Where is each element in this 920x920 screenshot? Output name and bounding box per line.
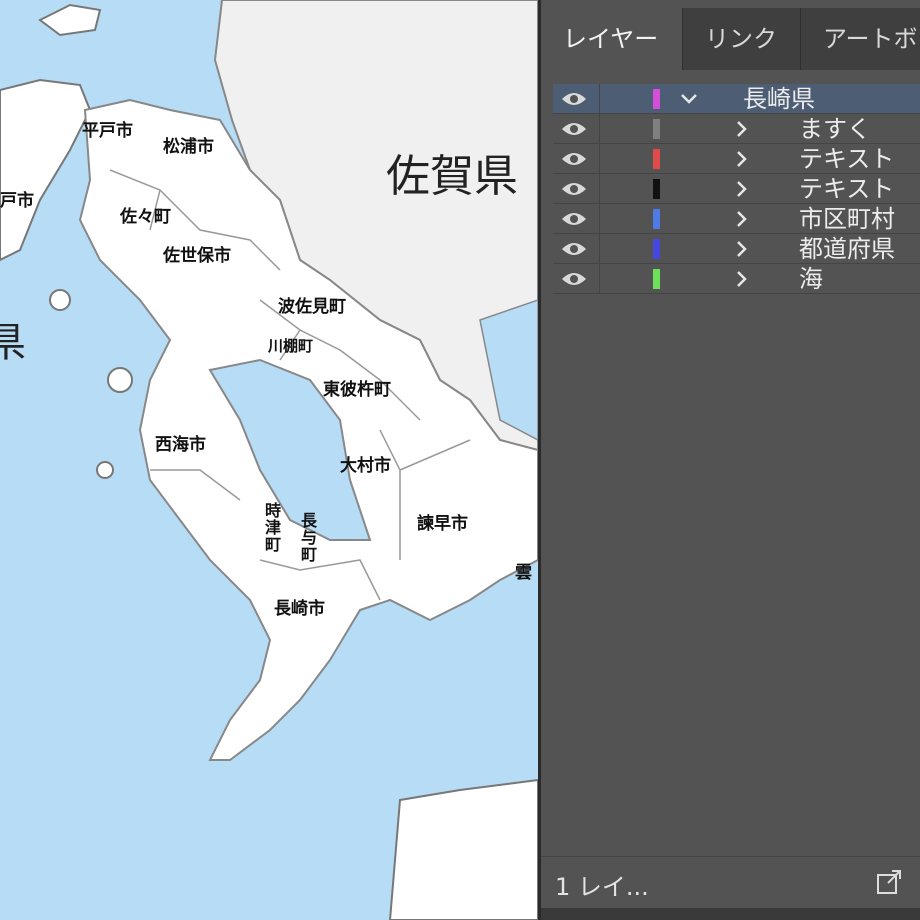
eye-icon[interactable]	[561, 120, 587, 138]
layer-row[interactable]: ますく	[553, 114, 920, 144]
municipality-label: 長与町	[300, 511, 317, 564]
municipality-label: 諫早市	[417, 514, 468, 534]
chevron-right-icon[interactable]	[731, 268, 751, 290]
chevron-down-icon[interactable]	[679, 88, 699, 110]
eye-icon[interactable]	[561, 270, 587, 288]
layer-color-swatch	[653, 149, 660, 169]
layer-color-swatch	[653, 119, 660, 139]
municipality-label: 波佐見町	[278, 297, 346, 317]
municipality-label: 松浦市	[163, 137, 214, 157]
eye-icon[interactable]	[561, 210, 587, 228]
prefecture-label-saga: 佐賀県	[386, 151, 518, 202]
layer-row[interactable]: 長崎県	[553, 84, 920, 114]
partial-city-label-right: 雲	[515, 563, 532, 583]
layer-row[interactable]: テキスト	[553, 144, 920, 174]
chevron-right-icon[interactable]	[731, 118, 751, 140]
panel-tabs: レイヤー リンク アートボ	[541, 8, 920, 70]
partial-prefecture-label: 県	[0, 320, 26, 366]
layer-count: 1 レイ...	[555, 873, 649, 901]
municipality-label: 川棚町	[268, 337, 314, 355]
eye-icon[interactable]	[561, 180, 587, 198]
tab-layers[interactable]: レイヤー	[541, 8, 683, 70]
municipality-label: 長崎市	[274, 599, 325, 619]
chevron-right-icon[interactable]	[731, 208, 751, 230]
map-shapes	[0, 0, 538, 920]
island-hirado	[0, 78, 92, 262]
layer-color-swatch	[653, 209, 660, 229]
layer-name[interactable]: テキスト	[799, 144, 894, 174]
layer-color-swatch	[653, 89, 660, 109]
tab-links[interactable]: リンク	[683, 8, 801, 70]
eye-icon[interactable]	[561, 150, 587, 168]
tab-artboards[interactable]: アートボ	[801, 8, 920, 70]
municipality-label: 東彼杵町	[323, 380, 391, 400]
chevron-right-icon[interactable]	[731, 148, 751, 170]
column-divider	[599, 264, 600, 293]
island-top-left	[38, 3, 102, 37]
column-divider	[599, 144, 600, 173]
municipality-label: 西海市	[155, 435, 206, 455]
column-divider	[599, 204, 600, 233]
eye-icon[interactable]	[561, 90, 587, 108]
layers-panel: レイヤー リンク アートボ 長崎県 ますく テキスト テキスト 市区町村 都道府県海 1 …	[538, 0, 920, 920]
column-divider	[599, 174, 600, 203]
layer-name[interactable]: 海	[799, 264, 823, 294]
layer-row[interactable]: テキスト	[553, 174, 920, 204]
municipality-label: 佐世保市	[163, 246, 231, 266]
layer-list: 長崎県 ますく テキスト テキスト 市区町村 都道府県海	[553, 84, 920, 294]
panel-footer: 1 レイ...	[541, 856, 920, 909]
layer-name[interactable]: 長崎県	[743, 84, 815, 114]
partial-city-label: 戸市	[0, 191, 34, 211]
municipality-label: 平戸市	[82, 121, 133, 141]
map-canvas[interactable]: 佐賀県 戸市 県 雲 平戸市 松浦市 佐々町 佐世保市 波佐見町 川棚町 東彼杵…	[0, 0, 538, 920]
municipality-label: 時津町	[264, 501, 281, 554]
layer-color-swatch	[653, 239, 660, 259]
layer-color-swatch	[653, 179, 660, 199]
column-divider	[599, 234, 600, 263]
municipality-label: 大村市	[340, 456, 391, 476]
layer-row[interactable]: 市区町村	[553, 204, 920, 234]
bottom-right-land	[388, 778, 538, 920]
layer-row[interactable]: 海	[553, 264, 920, 294]
layer-name[interactable]: ますく	[799, 114, 871, 144]
layer-row[interactable]: 都道府県	[553, 234, 920, 264]
layer-name[interactable]: 都道府県	[799, 234, 895, 264]
export-icon[interactable]	[876, 869, 902, 895]
chevron-right-icon[interactable]	[731, 238, 751, 260]
column-divider	[599, 84, 600, 113]
layer-color-swatch	[653, 269, 660, 289]
layer-name[interactable]: テキスト	[799, 174, 894, 204]
chevron-right-icon[interactable]	[731, 178, 751, 200]
layer-name[interactable]: 市区町村	[799, 204, 895, 234]
column-divider	[599, 114, 600, 143]
panel-bottom-bar	[541, 908, 920, 920]
eye-icon[interactable]	[561, 240, 587, 258]
municipality-label: 佐々町	[120, 207, 171, 227]
